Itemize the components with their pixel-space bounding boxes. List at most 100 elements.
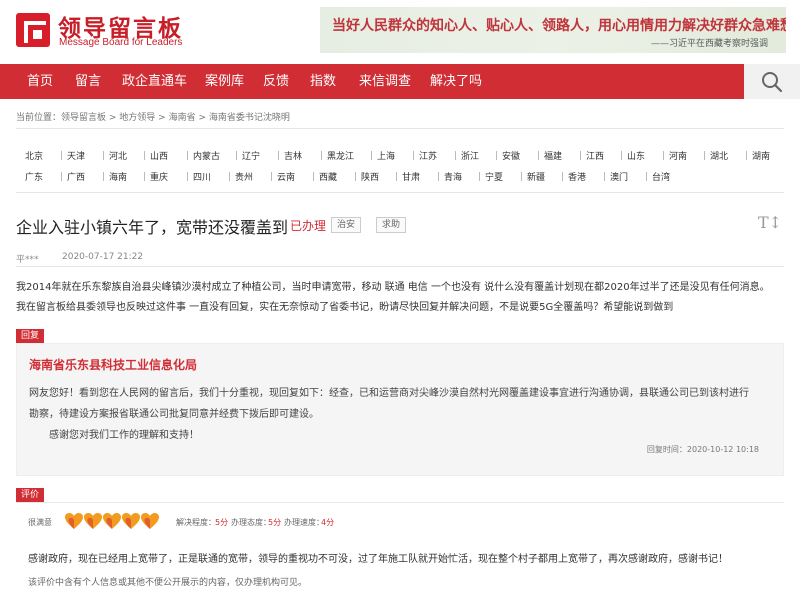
region-separator [61, 172, 62, 181]
region-link[interactable]: 台湾 [652, 170, 670, 183]
nav-item-survey[interactable]: 来信调查 [359, 64, 411, 99]
region-separator [271, 172, 272, 181]
region-separator [746, 151, 747, 160]
nav-item-resolved[interactable]: 解决了吗 [430, 64, 482, 99]
heart-icon [64, 512, 84, 530]
region-link[interactable]: 辽宁 [242, 149, 260, 162]
breadcrumb-item[interactable]: 领导留言板 [61, 113, 106, 123]
font-size-toggle[interactable]: T↕ [758, 213, 782, 232]
score-value-speed: 4分 [321, 518, 335, 527]
author-name: 平*** [16, 255, 39, 265]
region-link[interactable]: 福建 [544, 149, 562, 162]
logo-icon[interactable] [16, 13, 50, 47]
region-link[interactable]: 河北 [109, 149, 127, 162]
nav-item-feedback[interactable]: 反馈 [263, 64, 289, 99]
region-separator [479, 172, 480, 181]
region-link[interactable]: 澳门 [610, 170, 628, 183]
divider [16, 502, 784, 503]
region-separator [144, 151, 145, 160]
region-link[interactable]: 山东 [627, 149, 645, 162]
region-separator [604, 172, 605, 181]
region-separator [521, 172, 522, 181]
breadcrumb-prefix: 当前位置： [16, 113, 62, 123]
reply-label: 回复 [16, 329, 45, 343]
region-link[interactable]: 海南 [109, 170, 127, 183]
message-body-line: 我在留言板给县委领导也反映过这件事 一直没有回复，实在无奈惊动了省委书记，盼请尽… [16, 302, 674, 313]
search-button[interactable] [744, 64, 800, 99]
region-link[interactable]: 浙江 [461, 149, 479, 162]
region-link[interactable]: 贵州 [235, 170, 253, 183]
tag-security[interactable]: 治安 [331, 217, 362, 233]
post-date: 2020-07-17 21:22 [62, 252, 144, 262]
region-link[interactable]: 河南 [669, 149, 687, 162]
score-label-attitude: 办理态度： [231, 518, 271, 527]
banner-quote: 当好人民群众的知心人、贴心人、领路人，用心用情用力解决好群众急难愁盼问题。 [332, 18, 786, 34]
region-link[interactable]: 甘肃 [402, 170, 420, 183]
score-value-attitude: 5分 [268, 518, 282, 527]
region-link[interactable]: 青海 [444, 170, 462, 183]
region-link[interactable]: 湖北 [710, 149, 728, 162]
region-link[interactable]: 新疆 [527, 170, 545, 183]
region-link[interactable]: 天津 [67, 149, 85, 162]
reply-text-line: 勘察，待建设方案报省联通公司批复同意并经费下拨后即可建设。 [29, 409, 319, 420]
region-separator [704, 151, 705, 160]
region-link[interactable]: 江西 [586, 149, 604, 162]
breadcrumb-item[interactable]: 海南省 [169, 113, 196, 123]
region-separator [187, 172, 188, 181]
main-nav: 首页 留言 政企直通车 案例库 反馈 指数 来信调查 解决了吗 [0, 64, 800, 99]
region-link[interactable]: 内蒙古 [193, 149, 220, 162]
region-separator [371, 151, 372, 160]
region-link[interactable]: 重庆 [150, 170, 168, 183]
region-separator [313, 172, 314, 181]
region-separator [321, 151, 322, 160]
region-link[interactable]: 山西 [150, 149, 168, 162]
score-value-resolution: 5分 [215, 518, 229, 527]
breadcrumb-item[interactable]: 地方领导 [119, 113, 155, 123]
nav-item-index[interactable]: 指数 [310, 64, 336, 99]
region-link[interactable]: 香港 [568, 170, 586, 183]
region-link[interactable]: 北京 [25, 149, 43, 162]
region-link[interactable]: 陕西 [361, 170, 379, 183]
region-separator [61, 151, 62, 160]
region-link[interactable]: 四川 [193, 170, 211, 183]
nav-item-enterprise[interactable]: 政企直通车 [122, 64, 187, 99]
region-link[interactable]: 西藏 [319, 170, 337, 183]
region-link[interactable]: 云南 [277, 170, 295, 183]
slogan-banner: 当好人民群众的知心人、贴心人、领路人，用心用情用力解决好群众急难愁盼问题。 ——… [320, 7, 786, 53]
message-body-line: 我2014年就在乐东黎族自治县尖峰镇沙漠村成立了种植公司，当时申请宽带，移动 联… [16, 282, 770, 293]
divider [16, 192, 784, 193]
region-link[interactable]: 吉林 [284, 149, 302, 162]
region-link[interactable]: 广东 [25, 170, 43, 183]
region-separator [229, 172, 230, 181]
region-link[interactable]: 江苏 [419, 149, 437, 162]
nav-item-messages[interactable]: 留言 [75, 64, 101, 99]
region-separator [144, 172, 145, 181]
nav-item-home[interactable]: 首页 [27, 64, 53, 99]
reply-text-line: 网友您好！看到您在人民网的留言后，我们十分重视，现回复如下：经查，已和运营商对尖… [29, 388, 749, 399]
status-badge: 已办理 [290, 219, 327, 233]
region-link[interactable]: 安徽 [502, 149, 520, 162]
region-separator [663, 151, 664, 160]
region-separator [278, 151, 279, 160]
region-link[interactable]: 宁夏 [485, 170, 503, 183]
region-link[interactable]: 广西 [67, 170, 85, 183]
banner-signature: ——习近平在西藏考察时强调 [650, 39, 768, 49]
region-link[interactable]: 湖南 [752, 149, 770, 162]
reply-time: 回复时间：2020-10-12 10:18 [646, 445, 759, 454]
region-link[interactable]: 上海 [377, 149, 395, 162]
breadcrumb-item[interactable]: 海南省委书记沈晓明 [209, 113, 290, 123]
tag-help[interactable]: 求助 [376, 217, 407, 233]
logo-subtitle: Message Board for Leaders [59, 37, 183, 48]
reply-organization: 海南省乐东县科技工业信息化局 [29, 358, 198, 372]
region-separator [562, 172, 563, 181]
region-separator [621, 151, 622, 160]
region-separator [396, 172, 397, 181]
nav-item-cases[interactable]: 案例库 [205, 64, 244, 99]
region-separator [455, 151, 456, 160]
region-link[interactable]: 黑龙江 [327, 149, 354, 162]
region-separator [580, 151, 581, 160]
overall-rating-label: 很满意 [28, 518, 52, 527]
heart-icon [102, 512, 122, 530]
heart-icon [121, 512, 141, 530]
evaluation-label: 评价 [16, 488, 45, 502]
